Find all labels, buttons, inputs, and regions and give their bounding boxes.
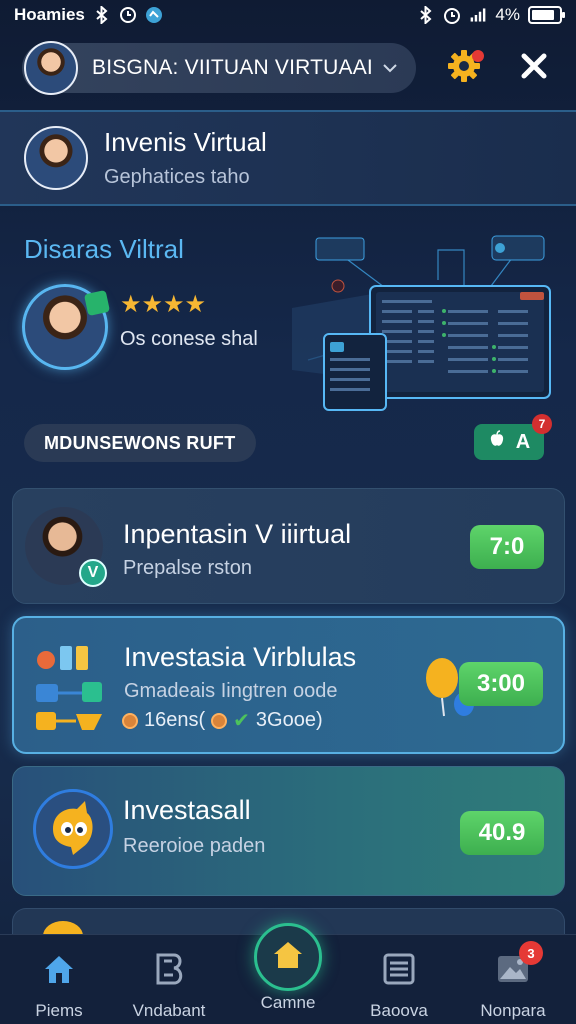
carrier-label: Hoamies: [14, 5, 85, 24]
task-card[interactable]: Investasall Reeroioe paden 40.9: [12, 766, 565, 896]
settings-button[interactable]: [442, 46, 486, 90]
nav-label: Vndabant: [132, 1001, 206, 1020]
nav-item-vndabant[interactable]: Vndabant: [114, 945, 224, 1021]
nav-label: Nonpara: [480, 1001, 546, 1020]
apple-icon: [488, 430, 506, 454]
profile-name: BISGNA: VIITUAN VIRTUAAI: [92, 56, 373, 79]
verified-badge: V: [79, 559, 107, 587]
task-card-selected[interactable]: Investasia Virblulas Gmadeais Iingtren o…: [12, 616, 565, 754]
nav-item-camne[interactable]: [254, 923, 322, 991]
verified-icon: [83, 289, 111, 317]
close-icon: [519, 51, 549, 86]
bluetooth-icon: [93, 6, 111, 24]
amount-button[interactable]: 3:00: [459, 662, 543, 706]
alarm-icon: [443, 6, 461, 24]
dashboard-illustration: [292, 235, 551, 411]
nav-label: Camne: [260, 993, 316, 1012]
bottom-navigation: Piems Vndabant Camne Baoova 3 Nonpara: [0, 923, 576, 1024]
list-icon: [379, 949, 419, 989]
notification-badge: 7: [532, 414, 552, 434]
rating-stars: ★★★★: [120, 291, 207, 318]
amount-button[interactable]: 40.9: [460, 811, 544, 855]
profile-card-subtitle: Gephatices taho: [104, 166, 250, 188]
wifi-signal-icon: [469, 6, 487, 24]
home-icon: [272, 940, 304, 975]
nav-item-nonpara[interactable]: 3 Nonpara: [458, 941, 568, 1021]
profile-card-title: Invenis Virtual: [104, 127, 267, 157]
mascot-icon: [33, 789, 113, 869]
avatar: [24, 41, 78, 95]
avatar: [24, 126, 88, 190]
notification-dot: [472, 50, 484, 62]
card-title: Inpentasin V iiirtual: [123, 519, 352, 549]
chevron-down-icon: [382, 59, 400, 77]
top-header: BISGNA: VIITUAN VIRTUAAI: [0, 32, 576, 104]
b-icon: [149, 949, 189, 989]
close-button[interactable]: [512, 46, 556, 90]
card-meta: 16ens( ✔ 3Gooe): [122, 708, 323, 733]
hero-pill-button[interactable]: MDUNSEWONS RUFT: [24, 424, 256, 462]
status-bar: Hoamies 4%: [0, 0, 576, 30]
hero-section: Disaras Viltral ★★★★ Os conese shal MDUN…: [0, 210, 576, 476]
profile-card[interactable]: Invenis Virtual Gephatices taho: [0, 110, 576, 206]
meta-right: 3Gooe): [255, 709, 323, 731]
amount-button[interactable]: 7:0: [470, 525, 544, 569]
battery-icon: [528, 6, 565, 24]
card-title: Investasia Virblulas: [124, 642, 357, 672]
nav-label: Piems: [35, 1001, 83, 1020]
hero-caption: Os conese shal: [120, 328, 258, 350]
nav-label: Baoova: [370, 1001, 428, 1020]
nav-item-baoova[interactable]: Baoova: [344, 945, 454, 1021]
meta-left: 16ens(: [144, 709, 206, 731]
hero-action-button[interactable]: A 7: [474, 414, 552, 460]
app-screen: Hoamies 4% BISGNA: VIITUAN VIRTUAAI Inve…: [0, 0, 576, 1024]
app-notification-icon: [145, 6, 163, 24]
home-icon: [39, 949, 79, 989]
card-subtitle: Reeroioe paden: [123, 835, 266, 857]
nav-item-home[interactable]: Piems: [4, 945, 114, 1021]
clock-icon: [119, 6, 137, 24]
coin-icon: [211, 712, 228, 729]
card-subtitle: Gmadeais Iingtren oode: [124, 680, 338, 702]
card-subtitle: Prepalse rston: [123, 557, 252, 579]
coin-icon: [122, 712, 138, 729]
hero-action-label: A: [515, 430, 531, 453]
bluetooth-status-icon: [417, 6, 435, 24]
hero-title: Disaras Viltral: [24, 234, 184, 264]
notification-badge: 3: [519, 941, 543, 965]
card-title: Investasall: [123, 795, 251, 825]
battery-percent: 4%: [495, 5, 520, 24]
check-icon: ✔: [233, 710, 250, 732]
task-card[interactable]: V Inpentasin V iiirtual Prepalse rston 7…: [12, 488, 565, 604]
image-icon: 3: [493, 941, 543, 989]
profile-switcher[interactable]: BISGNA: VIITUAN VIRTUAAI: [22, 41, 416, 95]
workflow-icon: [36, 646, 102, 730]
